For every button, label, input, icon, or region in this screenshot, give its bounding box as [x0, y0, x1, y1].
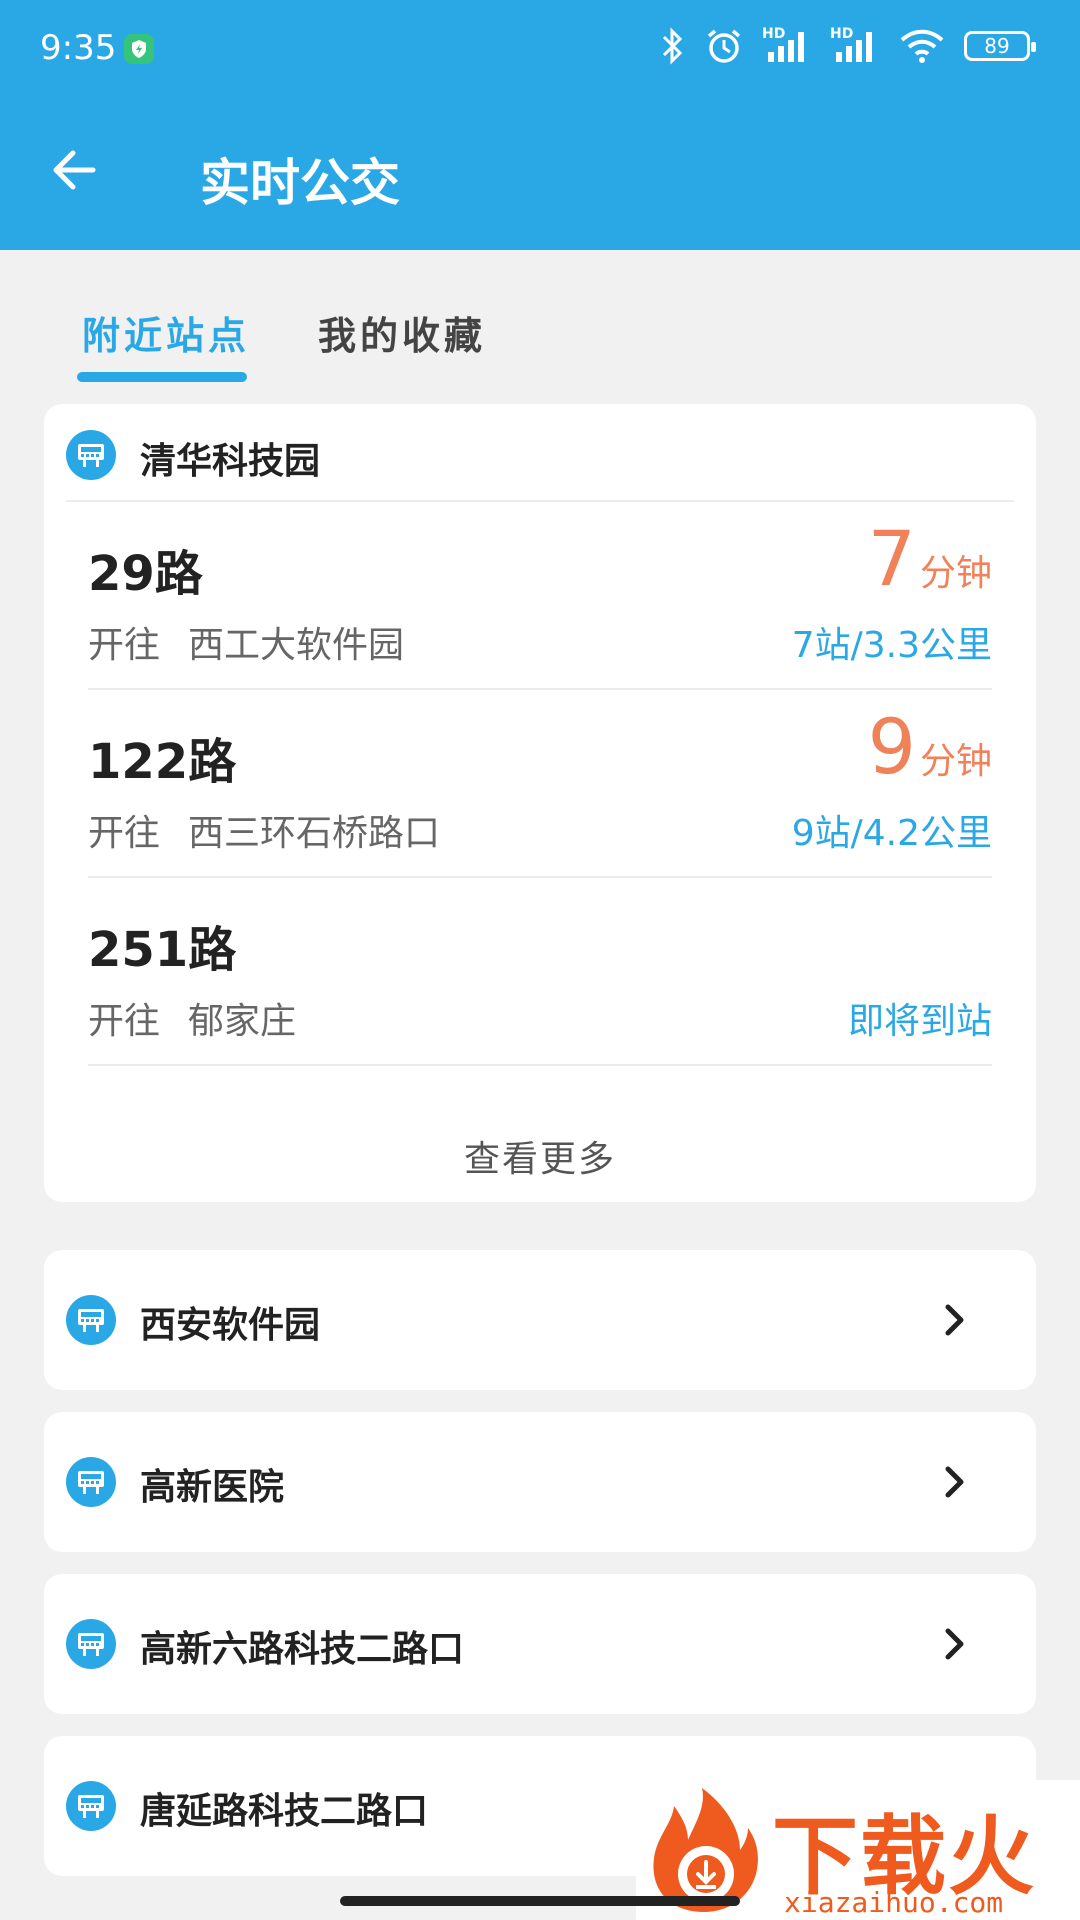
status-bar: 9:35 HD HD 89 [0, 0, 1080, 100]
station-name[interactable]: 清华科技园 [140, 432, 320, 484]
direction-label: 开往 [88, 625, 161, 666]
route-row-29[interactable]: 29路 开往 西工大软件园 7 分钟 7站/3.3公里 [88, 504, 992, 690]
chevron-right-icon [930, 1620, 978, 1668]
eta-unit: 分钟 [919, 741, 992, 782]
back-button[interactable] [44, 140, 104, 200]
bus-stop-icon [66, 1781, 116, 1831]
home-indicator[interactable] [340, 1896, 740, 1906]
divider [88, 1064, 992, 1066]
station-name: 高新六路科技二路口 [140, 1629, 465, 1670]
direction-label: 开往 [88, 813, 161, 854]
page-title: 实时公交 [200, 154, 400, 212]
station-name: 西安软件园 [140, 1305, 321, 1346]
bus-stop-icon [66, 430, 116, 480]
station-name: 高新医院 [140, 1467, 285, 1508]
route-distance: 7站/3.3公里 [791, 625, 992, 666]
status-time: 9:35 [40, 28, 117, 68]
route-row-251[interactable]: 251路 开往 郁家庄 即将到站 [88, 880, 992, 1066]
route-distance: 9站/4.2公里 [791, 813, 992, 854]
signal-2-icon: HD [830, 26, 880, 66]
signal-1-icon: HD [762, 26, 812, 66]
station-card-2[interactable]: 高新医院 [44, 1412, 1036, 1552]
app-header: 9:35 HD HD 89 实时公交 [0, 0, 1080, 250]
station-card-expanded: 清华科技园 29路 开往 西工大软件园 7 分钟 7站/3.3公里 122路 开… [44, 404, 1036, 1202]
battery-icon: 89 [964, 31, 1036, 61]
route-name: 251路 [88, 922, 237, 978]
eta: 9 分钟 [868, 702, 992, 792]
status-icons: HD HD 89 [660, 26, 1036, 66]
station-name: 唐延路科技二路口 [140, 1791, 429, 1832]
view-more-button[interactable]: 查看更多 [44, 1130, 1036, 1182]
divider [88, 688, 992, 690]
bluetooth-icon [662, 27, 683, 65]
bus-stop-icon [66, 1457, 116, 1507]
eta-unit: 分钟 [919, 553, 992, 594]
route-destination: 西三环石桥路口 [188, 813, 441, 854]
tab-nearby-stations[interactable]: 附近站点 [82, 305, 250, 360]
route-destination: 郁家庄 [188, 1001, 297, 1042]
chevron-right-icon [930, 1458, 978, 1506]
tab-bar: 附近站点 我的收藏 [0, 250, 1080, 382]
arriving-status: 即将到站 [847, 1001, 992, 1042]
tab-indicator [77, 372, 247, 382]
divider [66, 500, 1014, 502]
battery-level: 89 [984, 34, 1010, 58]
alarm-icon [707, 29, 741, 63]
route-row-122[interactable]: 122路 开往 西三环石桥路口 9 分钟 9站/4.2公里 [88, 692, 992, 878]
bus-stop-icon [66, 1619, 116, 1669]
eta-value: 9 [867, 702, 916, 791]
divider [88, 876, 992, 878]
route-name: 29路 [88, 546, 203, 602]
chevron-right-icon [930, 1296, 978, 1344]
station-card-1[interactable]: 西安软件园 [44, 1250, 1036, 1390]
shield-icon [124, 34, 154, 64]
watermark-url: xiazaihuo.com [784, 1886, 1004, 1919]
arrow-left-icon [53, 150, 96, 190]
route-name: 122路 [88, 734, 237, 790]
tab-my-favorites[interactable]: 我的收藏 [318, 305, 486, 360]
wifi-icon [900, 29, 944, 63]
direction-label: 开往 [88, 1001, 161, 1042]
eta-value: 7 [867, 514, 916, 603]
eta: 7 分钟 [868, 514, 992, 604]
route-destination: 西工大软件园 [188, 625, 405, 666]
station-card-3[interactable]: 高新六路科技二路口 [44, 1574, 1036, 1714]
bus-stop-icon [66, 1295, 116, 1345]
